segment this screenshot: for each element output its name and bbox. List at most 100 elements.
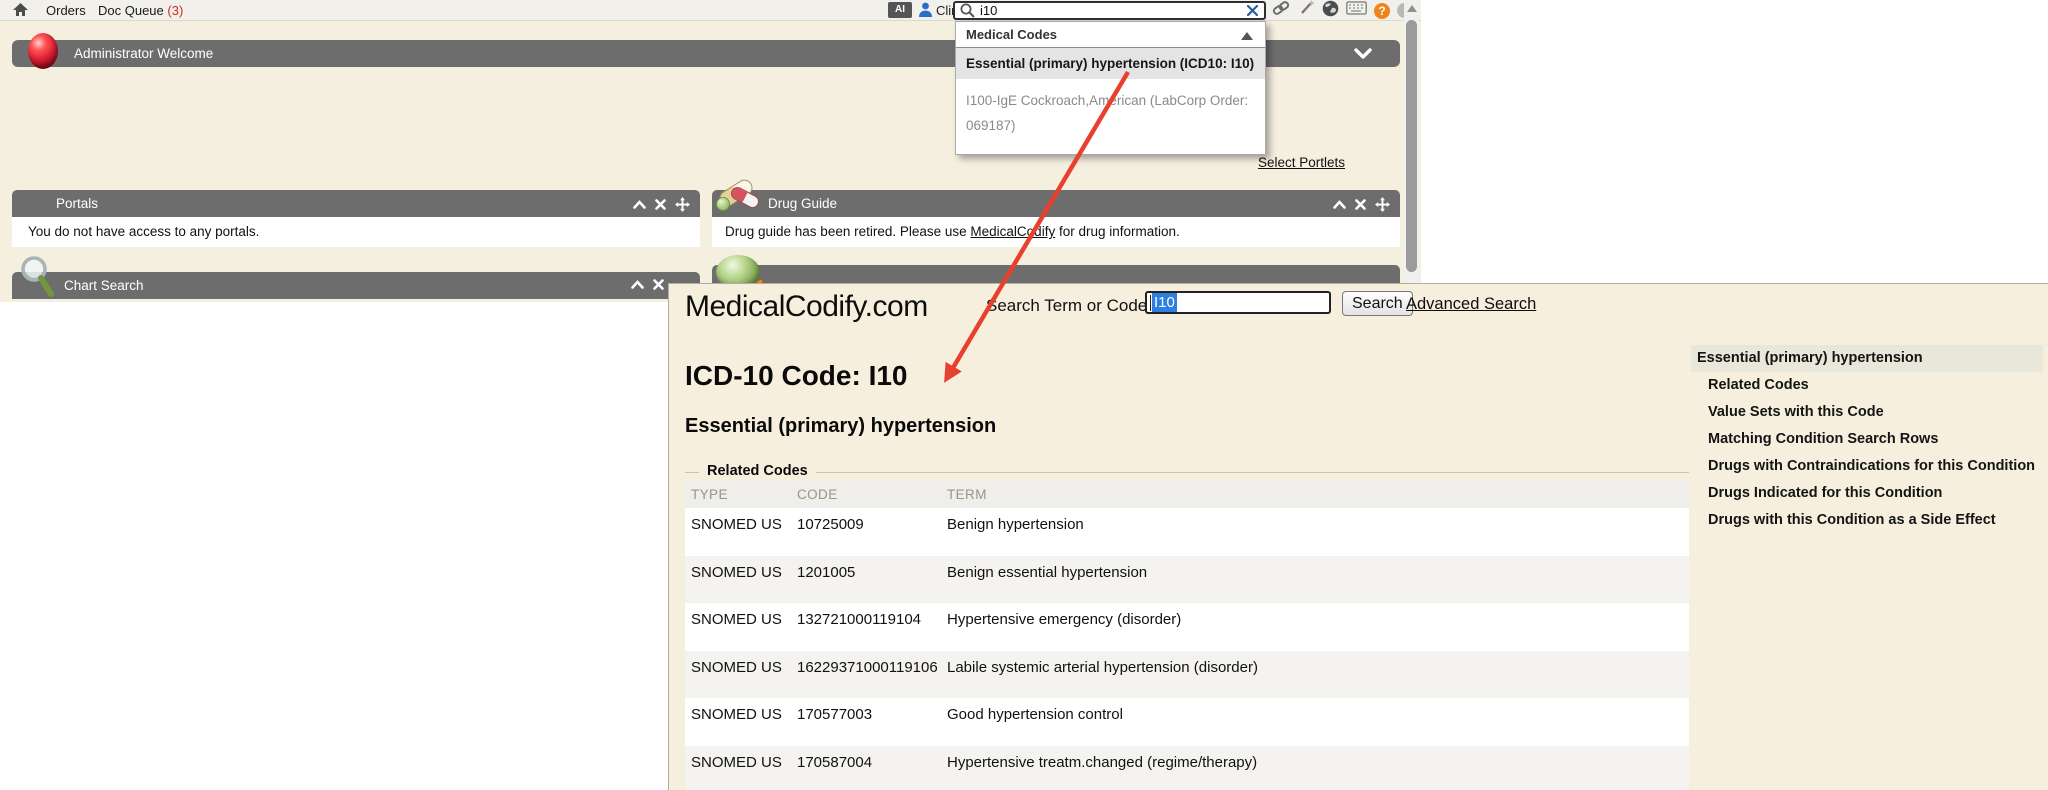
scrollbar-up-icon[interactable] <box>1407 5 1417 12</box>
cell-type: SNOMED US <box>685 651 791 699</box>
drug-guide-text: Drug guide has been retired. Please use <box>725 224 970 239</box>
cell-code: 170577003 <box>791 698 941 746</box>
portlet-chart-search-header: Chart Search <box>12 272 700 299</box>
table-row: SNOMED US 16229371000119106 Labile syste… <box>685 651 1689 699</box>
cell-type: SNOMED US <box>685 746 791 790</box>
dropdown-result-item[interactable]: Essential (primary) hypertension (ICD10:… <box>956 48 1265 79</box>
cell-term: Good hypertension control <box>941 698 1689 746</box>
cell-code: 16229371000119106 <box>791 651 941 699</box>
cell-term: Hypertensive emergency (disorder) <box>941 603 1689 651</box>
portlet-portals-title: Portals <box>56 190 98 217</box>
close-icon[interactable] <box>1355 199 1366 210</box>
cell-code: 10725009 <box>791 508 941 556</box>
portlet-drug-guide-header: Drug Guide <box>712 190 1400 217</box>
sidebar-item-contraindications[interactable]: Drugs with Contraindications for this Co… <box>1691 453 2043 480</box>
close-icon[interactable] <box>655 199 666 210</box>
toolbar-icon-group: ? <box>1272 0 1412 21</box>
collapse-icon[interactable] <box>1333 200 1346 209</box>
cell-term: Benign essential hypertension <box>941 556 1689 604</box>
close-icon[interactable] <box>653 279 664 290</box>
search-input[interactable] <box>980 3 1247 18</box>
table-row: SNOMED US 170587004 Hypertensive treatm.… <box>685 746 1689 790</box>
cell-term: Benign hypertension <box>941 508 1689 556</box>
related-codes-divider: Related Codes <box>685 472 1689 473</box>
search-term-label: Search Term or Code: <box>986 296 1152 316</box>
red-orb-icon <box>28 33 58 69</box>
search-results-dropdown: Medical Codes Essential (primary) hypert… <box>955 21 1266 155</box>
doc-queue-label: Doc Queue <box>98 3 164 18</box>
cell-term: Hypertensive treatm.changed (regime/ther… <box>941 746 1689 790</box>
ai-badge[interactable]: AI <box>888 2 912 18</box>
cell-type: SNOMED US <box>685 603 791 651</box>
cell-type: SNOMED US <box>685 508 791 556</box>
home-icon[interactable] <box>13 3 28 22</box>
vertical-scrollbar <box>1404 0 1419 283</box>
wand-icon[interactable] <box>1298 0 1315 21</box>
drug-guide-text: for drug information. <box>1055 224 1180 239</box>
globe-icon[interactable] <box>1322 0 1339 22</box>
column-header-code: CODE <box>791 481 941 508</box>
portlet-portals-body: You do not have access to any portals. <box>12 217 700 247</box>
cell-code: 132721000119104 <box>791 603 941 651</box>
sidebar-item-condition[interactable]: Essential (primary) hypertension <box>1691 345 2043 372</box>
user-icon[interactable] <box>918 2 933 23</box>
portlet-portals-header: Portals <box>12 190 700 217</box>
related-codes-table: TYPE CODE TERM SNOMED US 10725009 Benign… <box>685 481 1689 790</box>
dropdown-group-header: Medical Codes <box>956 22 1265 48</box>
chart-search-magnifier-icon <box>20 256 56 303</box>
table-row: SNOMED US 132721000119104 Hypertensive e… <box>685 603 1689 651</box>
cell-code: 170587004 <box>791 746 941 790</box>
code-search-input[interactable]: I10 <box>1145 291 1331 314</box>
nav-orders[interactable]: Orders <box>46 3 86 18</box>
sidebar-item-value-sets[interactable]: Value Sets with this Code <box>1691 399 2043 426</box>
selected-search-text: I10 <box>1152 293 1177 312</box>
column-header-type: TYPE <box>685 481 791 508</box>
advanced-search-link[interactable]: Advanced Search <box>1406 295 1536 314</box>
table-row: SNOMED US 10725009 Benign hypertension <box>685 508 1689 556</box>
cell-type: SNOMED US <box>685 698 791 746</box>
cell-code: 1201005 <box>791 556 941 604</box>
dropdown-result-item[interactable]: I100-IgE Cockroach,American (LabCorp Ord… <box>956 79 1265 154</box>
text-caret <box>1150 295 1151 311</box>
collapse-icon[interactable] <box>633 200 646 209</box>
clear-search-icon[interactable] <box>1247 5 1258 16</box>
sidebar-item-side-effect[interactable]: Drugs with this Condition as a Side Effe… <box>1691 507 2043 534</box>
portlet-drug-guide-body: Drug guide has been retired. Please use … <box>712 217 1400 247</box>
sidebar-item-matching-condition[interactable]: Matching Condition Search Rows <box>1691 426 2043 453</box>
global-search-box <box>953 1 1266 20</box>
sidebar-item-indicated[interactable]: Drugs Indicated for this Condition <box>1691 480 2043 507</box>
portlet-drug-guide-title: Drug Guide <box>768 190 837 217</box>
pills-icon <box>714 177 762 217</box>
portlet-chart-search-title: Chart Search <box>64 272 144 299</box>
related-codes-legend: Related Codes <box>699 463 816 479</box>
condition-heading: Essential (primary) hypertension <box>685 415 996 438</box>
select-portlets-link[interactable]: Select Portlets <box>1258 155 1345 170</box>
screen: Orders Doc Queue (3) AI Clir <box>0 0 2048 790</box>
site-title: MedicalCodify.com <box>685 290 928 324</box>
scrollbar-thumb[interactable] <box>1406 20 1417 272</box>
column-header-term: TERM <box>941 481 1689 508</box>
medicalcodify-link[interactable]: MedicalCodify <box>970 224 1055 239</box>
collapse-up-icon[interactable] <box>1241 32 1253 40</box>
cell-term: Labile systemic arterial hypertension (d… <box>941 651 1689 699</box>
icd10-code-heading: ICD-10 Code: I10 <box>685 360 908 392</box>
dropdown-group-title: Medical Codes <box>956 27 1057 42</box>
table-row: SNOMED US 170577003 Good hypertension co… <box>685 698 1689 746</box>
collapse-icon[interactable] <box>631 280 644 289</box>
table-row: SNOMED US 1201005 Benign essential hyper… <box>685 556 1689 604</box>
keyboard-icon[interactable] <box>1346 1 1367 20</box>
move-icon[interactable] <box>675 197 690 212</box>
move-icon[interactable] <box>1375 197 1390 212</box>
sidebar-item-related-codes[interactable]: Related Codes <box>1691 372 2043 399</box>
doc-queue-count: (3) <box>167 3 183 18</box>
table-header-row: TYPE CODE TERM <box>685 481 1689 508</box>
chevron-down-icon[interactable] <box>1354 47 1372 65</box>
admin-welcome-title: Administrator Welcome <box>74 40 213 67</box>
cell-type: SNOMED US <box>685 556 791 604</box>
search-button[interactable]: Search <box>1342 291 1413 316</box>
nav-doc-queue[interactable]: Doc Queue (3) <box>98 3 183 18</box>
link-icon[interactable] <box>1272 0 1291 21</box>
help-icon[interactable]: ? <box>1374 3 1390 19</box>
medicalcodify-window: MedicalCodify.com Search Term or Code: I… <box>668 283 2048 790</box>
section-nav-sidebar: Essential (primary) hypertension Related… <box>1691 345 2043 534</box>
